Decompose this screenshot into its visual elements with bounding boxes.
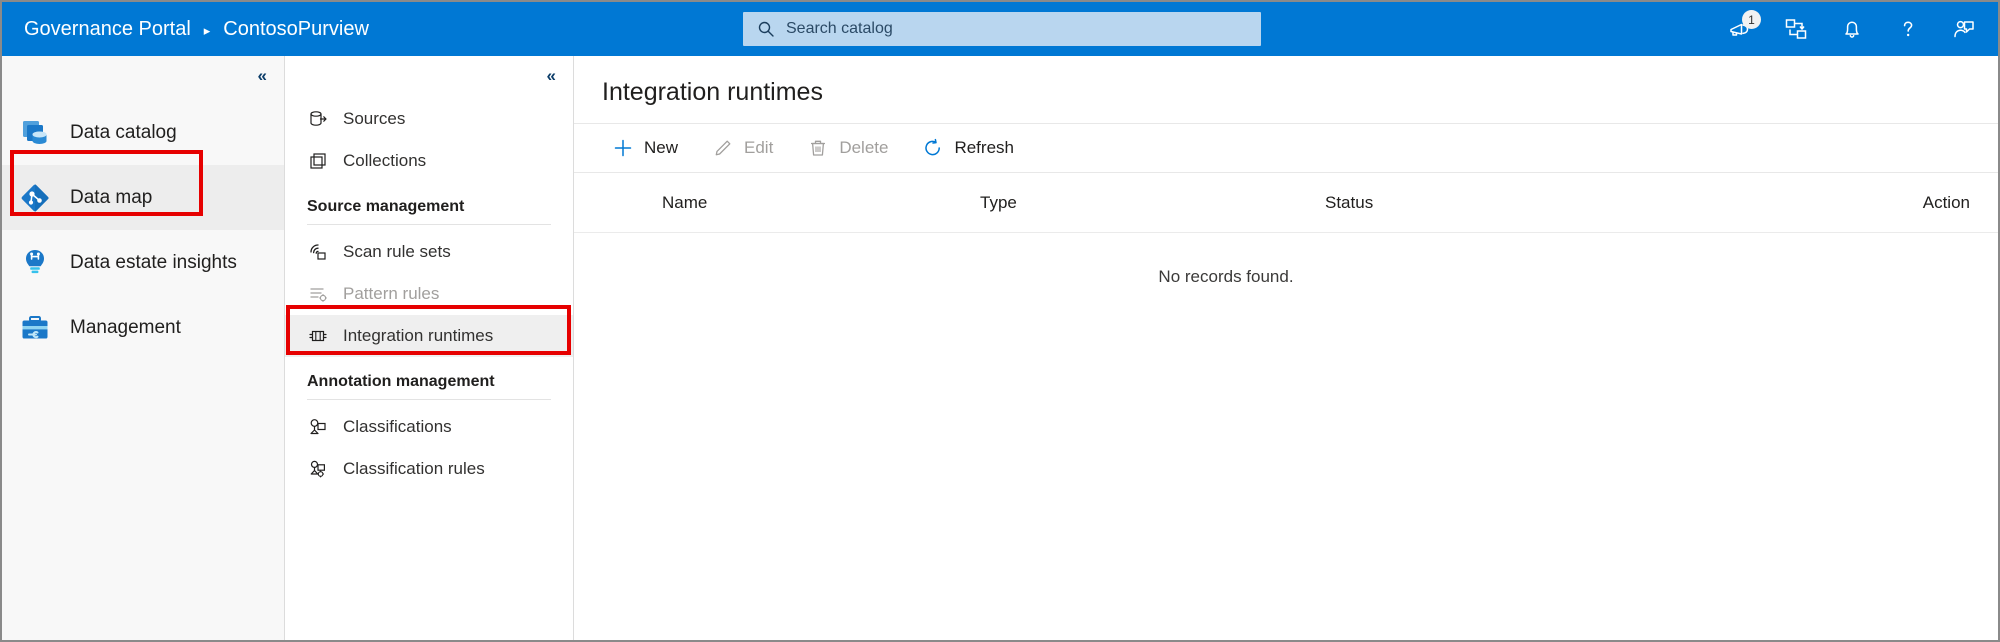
delete-button-label: Delete — [839, 138, 889, 157]
edit-icon — [712, 137, 734, 159]
primary-nav-list: Data catalog Data map Data estate insigh… — [2, 96, 284, 360]
edit-button-label: Edit — [744, 138, 774, 157]
primary-navigation-panel: « Data catalog Data map Data estate insi… — [2, 56, 285, 640]
secondary-navigation-panel: « Sources Collections Source management … — [285, 56, 574, 640]
main-content-area: Integration runtimes New Edit Delete Ref… — [574, 56, 1998, 640]
delete-icon — [807, 137, 829, 159]
nav-item-label: Sources — [343, 109, 406, 128]
top-bar-icon-group: 1 — [1724, 2, 1980, 56]
refresh-button-label: Refresh — [954, 138, 1014, 157]
page-title: Integration runtimes — [602, 78, 823, 106]
scan-rule-sets-icon — [307, 241, 329, 263]
data-estate-insights-icon — [16, 244, 54, 282]
classification-rules-icon — [307, 458, 329, 480]
refresh-icon — [922, 137, 944, 159]
nav-item-label: Collections — [343, 151, 427, 170]
page-body: « Data catalog Data map Data estate insi… — [2, 56, 1998, 640]
nav-item-label: Integration runtimes — [343, 326, 494, 345]
search-box[interactable] — [743, 12, 1261, 46]
sidebar-item-label: Data catalog — [70, 121, 177, 143]
integration-runtimes-icon — [307, 325, 329, 347]
collapse-left-icon[interactable]: « — [547, 66, 557, 86]
secondary-nav-list: Sources Collections Source management Sc… — [285, 96, 573, 490]
nav-item-pattern-rules: Pattern rules — [285, 273, 573, 315]
nav-group-source-management: Source management — [307, 198, 465, 215]
brand-title[interactable]: Governance Portal — [24, 18, 191, 41]
table-header-row: Name Type Status Action — [574, 173, 1998, 233]
nav-group-divider — [307, 399, 551, 400]
nav-item-collections[interactable]: Collections — [285, 140, 573, 182]
classifications-icon — [307, 416, 329, 438]
delete-button: Delete — [793, 131, 902, 165]
management-icon — [16, 309, 54, 347]
column-header-status[interactable]: Status — [1319, 193, 1674, 213]
search-icon — [757, 20, 775, 38]
sidebar-item-label: Management — [70, 316, 181, 338]
sidebar-item-label: Data estate insights — [70, 251, 237, 273]
sidebar-item-data-catalog[interactable]: Data catalog — [2, 100, 284, 165]
sources-icon — [307, 108, 329, 130]
nav-item-label: Scan rule sets — [343, 242, 451, 261]
nav-item-sources[interactable]: Sources — [285, 98, 573, 140]
sidebar-item-data-map[interactable]: Data map — [2, 165, 284, 230]
command-toolbar: New Edit Delete Refresh — [574, 123, 1998, 173]
nav-item-label: Classification rules — [343, 459, 485, 478]
column-header-action[interactable]: Action — [1674, 193, 1998, 213]
announcements-icon[interactable]: 1 — [1724, 10, 1761, 45]
sidebar-item-label: Data map — [70, 186, 153, 208]
add-icon — [612, 137, 634, 159]
sidebar-item-data-estate-insights[interactable]: Data estate insights — [2, 230, 284, 295]
search-container — [743, 12, 1261, 46]
breadcrumb: Governance Portal ▸ ContosoPurview — [2, 18, 369, 41]
collections-icon — [307, 150, 329, 172]
top-navigation-bar: Governance Portal ▸ ContosoPurview Searc… — [2, 2, 1998, 56]
nav-group-annotation-management: Annotation management — [307, 373, 495, 390]
nav-item-classifications[interactable]: Classifications — [285, 406, 573, 448]
nav-item-label: Pattern rules — [343, 284, 440, 303]
nav-item-label: Classifications — [343, 417, 452, 436]
new-button-label: New — [644, 138, 679, 157]
data-map-grid-icon[interactable] — [1780, 13, 1812, 45]
refresh-button[interactable]: Refresh — [908, 131, 1028, 165]
primary-nav-collapse-row: « — [2, 56, 284, 96]
pattern-rules-icon — [307, 283, 329, 305]
nav-item-scan-rule-sets[interactable]: Scan rule sets — [285, 231, 573, 273]
column-header-type[interactable]: Type — [974, 193, 1319, 213]
new-button[interactable]: New — [598, 131, 692, 165]
empty-state-message: No records found. — [1158, 267, 1294, 286]
data-map-icon — [16, 179, 54, 217]
nav-item-classification-rules[interactable]: Classification rules — [285, 448, 573, 490]
collapse-left-icon[interactable]: « — [258, 66, 268, 86]
announcements-badge-count: 1 — [1742, 10, 1761, 29]
breadcrumb-chevron-icon: ▸ — [203, 22, 211, 38]
edit-button: Edit — [698, 131, 787, 165]
nav-group-divider — [307, 224, 551, 225]
integration-runtimes-table: Name Type Status Action No records found… — [574, 173, 1998, 287]
nav-item-integration-runtimes[interactable]: Integration runtimes — [285, 315, 573, 357]
account-name[interactable]: ContosoPurview — [223, 18, 369, 41]
feedback-icon[interactable] — [1948, 13, 1980, 45]
help-icon[interactable] — [1892, 13, 1924, 45]
notifications-bell-icon[interactable] — [1836, 13, 1868, 45]
secondary-nav-collapse-row: « — [285, 56, 573, 96]
sidebar-item-management[interactable]: Management — [2, 295, 284, 360]
column-header-name[interactable]: Name — [574, 193, 974, 213]
search-input[interactable] — [786, 20, 1215, 38]
purview-governance-portal-window: Governance Portal ▸ ContosoPurview Searc… — [0, 0, 2000, 642]
data-catalog-icon — [16, 114, 54, 152]
